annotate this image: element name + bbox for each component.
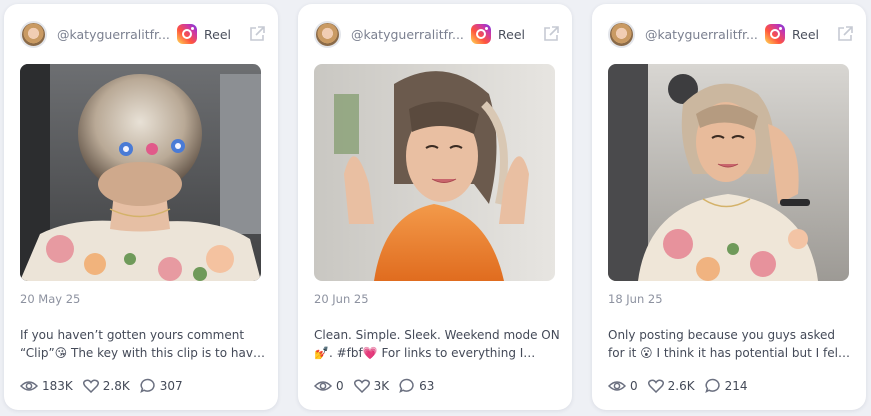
account-handle[interactable]: @katyguerralitfr... [57,27,170,42]
instagram-icon [765,24,785,44]
heart-icon [82,379,99,393]
eye-icon [20,380,38,391]
post-card[interactable]: @katyguerralitfr... Reel [298,4,572,410]
views-count: 183K [42,378,73,393]
post-stats: 0 2.6K 214 [608,378,758,393]
post-caption: If you haven’t gotten yours comment “Cli… [20,328,261,360]
views-count: 0 [630,378,638,393]
external-link-icon[interactable] [542,25,560,43]
post-caption: Clean. Simple. Sleek. Weekend mode ON 💅.… [314,328,560,360]
likes-count: 3K [373,378,390,393]
comments-stat: 63 [399,378,434,393]
post-type-label: Reel [792,26,819,42]
post-card[interactable]: @katyguerralitfr... Reel [592,4,866,410]
post-header: @katyguerralitfr... Reel [314,20,560,48]
comments-stat: 214 [704,378,748,393]
post-date: 18 Jun 25 [608,292,663,306]
comments-count: 307 [159,378,183,393]
instagram-icon [177,24,197,44]
avatar[interactable] [20,20,47,48]
account-handle[interactable]: @katyguerralitfr... [645,27,758,42]
post-date: 20 May 25 [20,292,81,306]
external-link-icon[interactable] [248,25,266,43]
comment-icon [704,378,720,393]
post-card[interactable]: @katyguerralitfr... Reel [4,4,278,410]
post-header: @katyguerralitfr... Reel [608,20,854,48]
eye-icon [314,380,332,391]
views-stat: 183K [20,379,73,393]
comments-count: 63 [419,378,435,393]
likes-stat: 2.6K [647,378,695,393]
eye-icon [608,380,626,391]
avatar[interactable] [314,20,341,48]
avatar[interactable] [608,20,635,48]
post-type-label: Reel [204,26,231,42]
post-thumbnail[interactable] [608,64,849,281]
comment-icon [399,378,414,393]
views-stat: 0 [314,379,344,393]
views-stat: 0 [608,379,638,393]
account-handle[interactable]: @katyguerralitfr... [351,27,464,42]
likes-count: 2.6K [667,378,695,393]
heart-icon [353,379,370,393]
post-thumbnail[interactable] [314,64,555,281]
post-thumbnail[interactable] [20,64,261,281]
likes-stat: 3K [353,378,390,393]
likes-count: 2.8K [102,378,130,393]
post-type-label: Reel [498,26,525,42]
posts-grid: @katyguerralitfr... Reel 20 May 25 If yo… [0,0,871,416]
post-stats: 183K 2.8K 307 [20,378,193,393]
likes-stat: 2.8K [82,378,130,393]
views-count: 0 [336,378,344,393]
post-stats: 0 3K 63 [314,378,444,393]
post-header: @katyguerralitfr... Reel [20,20,266,48]
instagram-icon [471,24,491,44]
comment-icon [139,378,155,393]
post-caption: Only posting because you guys asked for … [608,328,854,360]
comments-stat: 307 [139,378,183,393]
external-link-icon[interactable] [836,25,854,43]
post-date: 20 Jun 25 [314,292,369,306]
comments-count: 214 [724,378,748,393]
heart-icon [647,379,664,393]
